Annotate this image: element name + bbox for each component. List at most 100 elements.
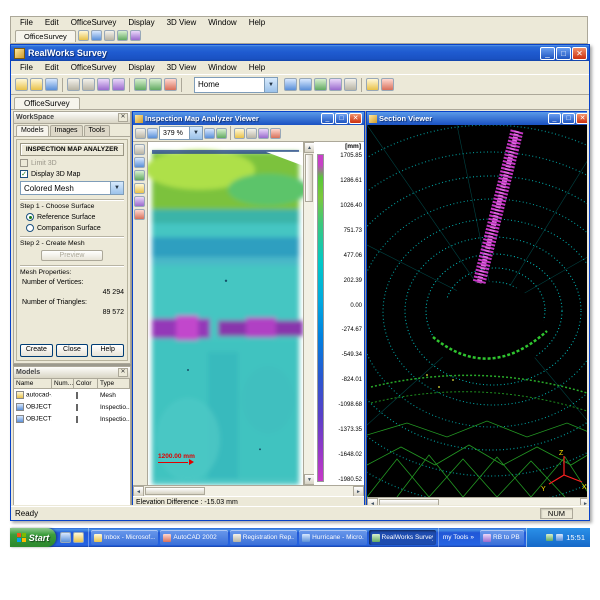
bg-menu-3dview[interactable]: 3D View	[162, 18, 202, 27]
bg-menu-file[interactable]: File	[15, 18, 38, 27]
snapshot-icon[interactable]	[258, 128, 269, 139]
workspace-close-icon[interactable]: ✕	[118, 113, 128, 122]
paste-icon[interactable]	[112, 78, 125, 91]
tab-images[interactable]: Images	[50, 125, 83, 136]
limit-3d-checkbox[interactable]: Limit 3D	[20, 159, 124, 167]
pan-icon[interactable]	[234, 128, 245, 139]
label-tool-icon[interactable]	[134, 170, 145, 181]
annotate-icon[interactable]	[270, 128, 281, 139]
horizontal-scrollbar[interactable]: ◄ ►	[133, 485, 364, 496]
scroll-right-icon[interactable]: ►	[580, 498, 587, 505]
workspace-caption[interactable]: WorkSpace ✕	[14, 112, 130, 124]
checkbox-icon[interactable]	[20, 159, 28, 167]
antivirus-tray-icon[interactable]	[546, 534, 553, 541]
open-icon[interactable]	[30, 78, 43, 91]
cut-icon[interactable]	[82, 78, 95, 91]
task-realworks-survey[interactable]: RealWorks Survey	[369, 530, 436, 545]
create-button[interactable]: Create	[20, 344, 53, 357]
table-row[interactable]: OBJECT2... Inspectio...	[14, 413, 130, 425]
close-panel-button[interactable]: Close	[56, 344, 89, 357]
section-canvas[interactable]: Z X Y	[367, 125, 587, 497]
minimize-button[interactable]: _	[321, 113, 334, 124]
tab-tools[interactable]: Tools	[84, 125, 110, 136]
chevron-down-icon[interactable]: ▼	[110, 182, 123, 194]
scroll-left-icon[interactable]: ◄	[367, 498, 378, 505]
close-button[interactable]: ✕	[572, 47, 587, 60]
select-icon[interactable]	[135, 128, 146, 139]
close-button[interactable]: ✕	[576, 113, 587, 124]
menu-window[interactable]: Window	[202, 62, 242, 73]
bg-menu-help[interactable]: Help	[244, 18, 270, 27]
measure-icon[interactable]	[344, 78, 357, 91]
bg-print-icon[interactable]	[117, 30, 128, 41]
bg-tool-icon[interactable]	[130, 30, 141, 41]
bg-tab-officesurvey[interactable]: OfficeSurvey	[15, 30, 76, 42]
scrollbar-thumb[interactable]	[145, 487, 205, 495]
restore-button[interactable]: □	[335, 113, 348, 124]
section-titlebar[interactable]: Section Viewer _ □ ✕	[367, 112, 587, 125]
reference-surface-radio[interactable]: Reference Surface	[26, 213, 124, 221]
column-name[interactable]: Name	[14, 379, 52, 388]
models-caption[interactable]: Models ✕	[14, 367, 130, 379]
show-desktop-icon[interactable]	[73, 532, 84, 543]
home-combo[interactable]: Home ▼	[194, 77, 278, 93]
radio-selected-icon[interactable]	[26, 213, 34, 221]
menu-3dview[interactable]: 3D View	[161, 62, 203, 73]
my-tools-toolbar[interactable]: my Tools »	[438, 528, 478, 547]
new-project-icon[interactable]	[15, 78, 28, 91]
start-button[interactable]: Start	[10, 528, 56, 547]
print-map-icon[interactable]	[246, 128, 257, 139]
mesh-type-combo[interactable]: Colored Mesh ▼	[20, 181, 124, 195]
preview-button[interactable]: Preview	[41, 250, 103, 261]
menu-file[interactable]: File	[14, 62, 39, 73]
undo-icon[interactable]	[134, 78, 147, 91]
internet-explorer-icon[interactable]	[60, 532, 71, 543]
menu-edit[interactable]: Edit	[39, 62, 65, 73]
grid-tool-icon[interactable]	[134, 183, 145, 194]
render-icon[interactable]	[381, 78, 394, 91]
comparison-surface-radio[interactable]: Comparison Surface	[26, 224, 124, 232]
bg-menu-window[interactable]: Window	[203, 18, 241, 27]
column-type[interactable]: Type	[98, 379, 130, 388]
task-autocad[interactable]: AutoCAD 2002	[160, 530, 227, 545]
ruler-tool-icon[interactable]	[134, 157, 145, 168]
window-titlebar[interactable]: RealWorks Survey _ □ ✕	[11, 45, 589, 61]
models-close-icon[interactable]: ✕	[118, 368, 128, 377]
column-num[interactable]: Num...	[52, 379, 74, 388]
print-icon[interactable]	[67, 78, 80, 91]
tab-officesurvey[interactable]: OfficeSurvey	[14, 97, 80, 109]
bg-menu-edit[interactable]: Edit	[40, 18, 64, 27]
bg-menu-officesurvey[interactable]: OfficeSurvey	[66, 18, 122, 27]
zoom-combo[interactable]: 379 % ▼	[159, 126, 203, 140]
checkbox-checked-icon[interactable]: ✓	[20, 170, 28, 178]
view-front-icon[interactable]	[299, 78, 312, 91]
zoom-out-icon[interactable]	[147, 128, 158, 139]
chevron-right-icon[interactable]: »	[470, 534, 474, 541]
close-button[interactable]: ✕	[349, 113, 362, 124]
restore-button[interactable]: □	[562, 113, 575, 124]
menu-officesurvey[interactable]: OfficeSurvey	[65, 62, 123, 73]
zoom-in-icon[interactable]	[204, 128, 215, 139]
vertical-scrollbar[interactable]: ▲ ▼	[303, 142, 314, 485]
task-hurricane[interactable]: Hurricane - Micro...	[299, 530, 366, 545]
horizontal-scrollbar[interactable]: ◄ ►	[367, 497, 587, 505]
flag-tool-icon[interactable]	[134, 209, 145, 220]
delete-icon[interactable]	[164, 78, 177, 91]
task-rb-to-pb[interactable]: RB to PB	[480, 530, 524, 545]
scrollbar-thumb[interactable]	[305, 154, 313, 202]
bg-menu-display[interactable]: Display	[123, 18, 159, 27]
inspection-map-canvas[interactable]: 1200.00 mm	[148, 142, 303, 485]
save-icon[interactable]	[45, 78, 58, 91]
scrollbar-thumb[interactable]	[379, 499, 439, 505]
column-color[interactable]: Color	[74, 379, 98, 388]
tab-models[interactable]: Models	[16, 125, 49, 136]
minimize-button[interactable]: _	[540, 47, 555, 60]
redo-icon[interactable]	[149, 78, 162, 91]
maximize-button[interactable]: □	[556, 47, 571, 60]
zoom-extents-icon[interactable]	[314, 78, 327, 91]
table-row[interactable]: OBJECT1... Inspectio...	[14, 401, 130, 413]
chevron-down-icon[interactable]: ▼	[264, 78, 277, 92]
view-top-icon[interactable]	[284, 78, 297, 91]
bg-save-icon[interactable]	[104, 30, 115, 41]
bg-open-icon[interactable]	[91, 30, 102, 41]
